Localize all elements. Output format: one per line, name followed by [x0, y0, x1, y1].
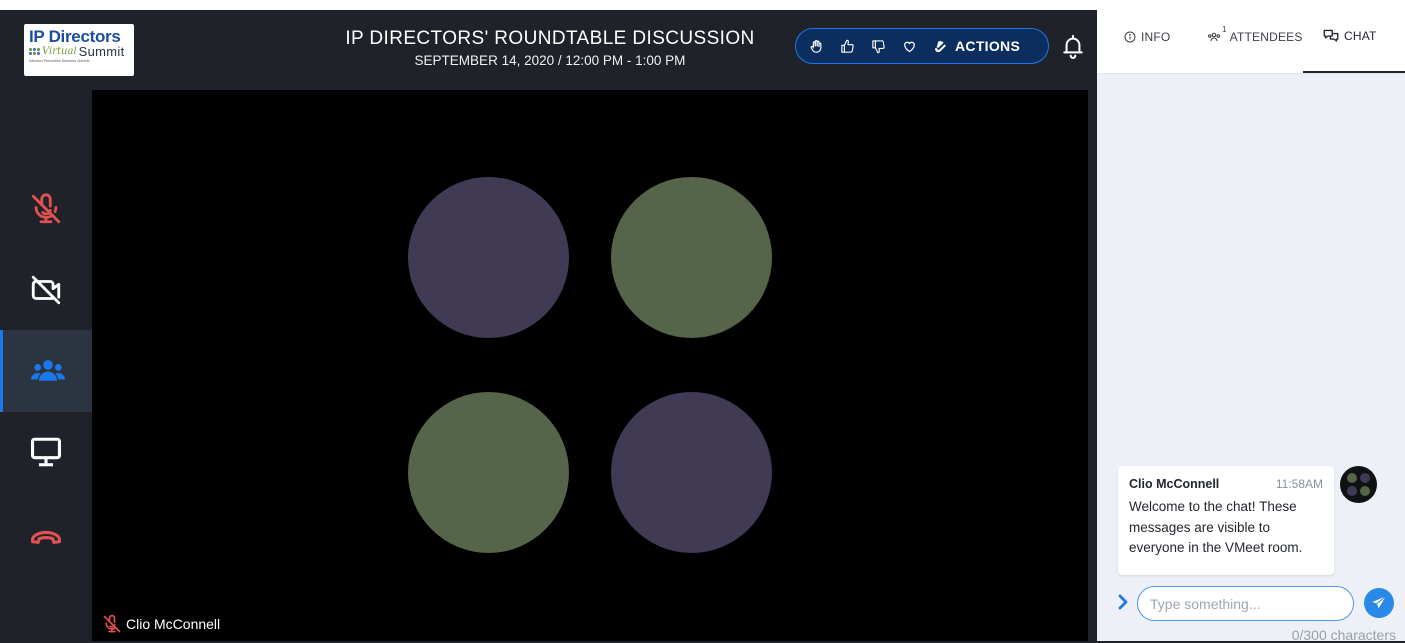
tab-info-label: INFO: [1141, 29, 1171, 44]
participant-tile: [611, 392, 772, 553]
logo-subtitle: Virtual Summit: [29, 45, 129, 58]
top-strip: [0, 0, 1097, 10]
logo-dots-icon: [29, 48, 40, 55]
message-text: Welcome to the chat! These messages are …: [1129, 499, 1303, 555]
message-time: 11:58AM: [1275, 477, 1323, 491]
actions-label: ACTIONS: [955, 38, 1021, 54]
heart-icon[interactable]: [902, 39, 917, 54]
monitor-icon: [30, 437, 62, 467]
info-icon: [1124, 31, 1136, 42]
participant-tile: [408, 392, 569, 553]
send-icon: [1372, 595, 1386, 609]
mute-toggle-button[interactable]: [0, 168, 92, 250]
participant-tile: [408, 177, 569, 338]
side-panel: INFO 1 ATTENDEES CHAT Clio McConnell 11:…: [1097, 0, 1405, 641]
attendees-count-badge: 1: [1222, 25, 1227, 34]
chat-input[interactable]: [1137, 586, 1354, 621]
logo-tagline: Infection Prevention Directors Summit: [29, 59, 90, 63]
participant-tile: [611, 177, 772, 338]
thumbs-up-icon[interactable]: [840, 39, 855, 54]
message-author: Clio McConnell: [1129, 477, 1220, 491]
logo-summit: Summit: [78, 44, 125, 59]
chevron-right-icon[interactable]: [1117, 593, 1129, 611]
event-date: SEPTEMBER 14, 2020 / 12:00 PM - 1:00 PM: [414, 53, 686, 68]
event-header: IP DIRECTORS' ROUNDTABLE DISCUSSION SEPT…: [300, 28, 800, 70]
users-icon: [30, 360, 65, 381]
tab-attendees[interactable]: 1 ATTENDEES: [1207, 0, 1303, 73]
send-button[interactable]: [1364, 588, 1394, 618]
phone-hangup-icon: [30, 530, 62, 544]
tab-chat-label: CHAT: [1344, 28, 1377, 43]
bell-icon[interactable]: [1062, 33, 1084, 59]
participants-button[interactable]: [0, 330, 92, 412]
chat-icon: [1323, 29, 1339, 42]
attendees-icon: [1207, 32, 1221, 41]
mic-off-icon: [31, 193, 61, 224]
event-logo: IP Directors Virtual Summit Infection Pr…: [24, 24, 134, 76]
participant-name: Clio McConnell: [126, 616, 221, 632]
camera-toggle-button[interactable]: [0, 249, 92, 331]
tab-info[interactable]: INFO: [1124, 0, 1170, 73]
video-stage[interactable]: Clio McConnell: [92, 90, 1088, 641]
chat-message: Clio McConnell 11:58AM Welcome to the ch…: [1118, 466, 1334, 575]
clap-icon[interactable]: [933, 39, 948, 54]
leave-call-button[interactable]: [0, 495, 92, 577]
event-title: IP DIRECTORS' ROUNDTABLE DISCUSSION: [345, 28, 755, 49]
screen-share-button[interactable]: [0, 411, 92, 493]
camera-off-icon: [31, 275, 61, 305]
mic-off-icon: [103, 614, 121, 633]
panel-tabs: INFO 1 ATTENDEES CHAT: [1097, 0, 1405, 74]
logo-virtual: Virtual: [42, 46, 77, 57]
avatar: [1340, 466, 1377, 503]
participant-caption: Clio McConnell: [102, 614, 220, 634]
main-area: IP Directors Virtual Summit Infection Pr…: [0, 0, 1097, 641]
raise-hand-icon[interactable]: [809, 39, 824, 54]
logo-title: IP Directors: [29, 27, 121, 46]
actions-bar[interactable]: ACTIONS: [795, 28, 1049, 64]
tab-attendees-label: ATTENDEES: [1229, 29, 1303, 44]
tab-chat[interactable]: CHAT: [1303, 0, 1405, 73]
thumbs-down-icon[interactable]: [871, 39, 886, 54]
